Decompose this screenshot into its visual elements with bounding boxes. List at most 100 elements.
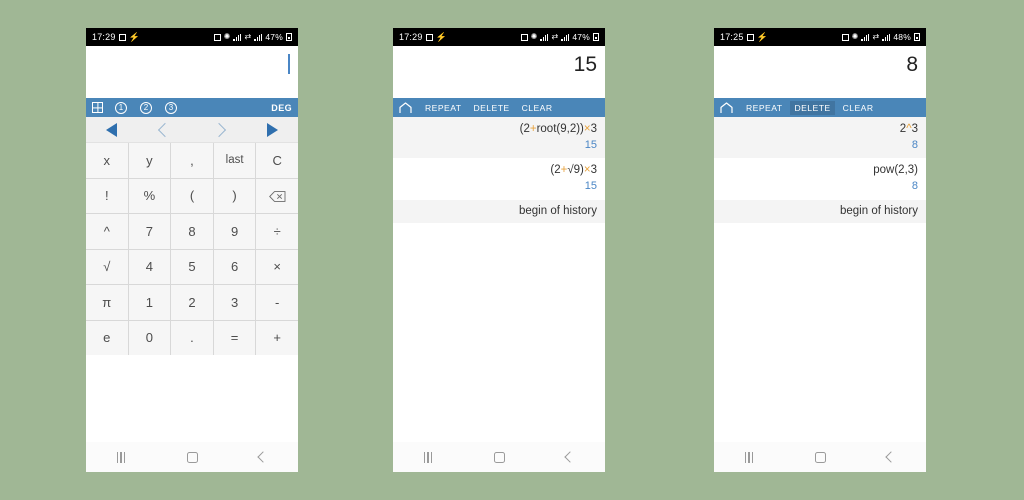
status-bar: 17:25 ⚡ ✺ ⇄ 48%	[714, 28, 926, 46]
home-icon[interactable]	[720, 101, 733, 114]
history-expression: (2+√9)×3	[550, 164, 597, 177]
prev-arrow-filled-icon[interactable]	[106, 122, 118, 137]
back-icon[interactable]	[885, 451, 897, 463]
calculator-toolbar: 1 2 3 DEG	[86, 98, 298, 117]
expression-display[interactable]	[86, 46, 298, 98]
recents-icon[interactable]	[744, 451, 754, 463]
clear-button[interactable]: CLEAR	[518, 101, 557, 115]
recents-icon[interactable]	[423, 451, 433, 463]
history-toolbar: REPEAT DELETE CLEAR	[393, 98, 605, 117]
history-begin-row: begin of history	[714, 199, 926, 223]
android-nav-bar	[393, 442, 605, 472]
history-row[interactable]: (2+√9)×3 15	[393, 158, 605, 199]
prev-arrow-outline-icon[interactable]	[157, 122, 172, 137]
phone-history-screen-root: 17:29 ⚡ ✺ ⇄ 47% 15 REPEAT DELETE CLEAR (…	[393, 28, 605, 472]
key-5[interactable]: 5	[171, 249, 213, 284]
key-y[interactable]: y	[128, 143, 171, 178]
next-arrow-filled-icon[interactable]	[266, 122, 278, 137]
status-time: 17:29	[92, 32, 116, 42]
sim-icon	[841, 33, 849, 41]
key-pi[interactable]: π	[86, 285, 128, 320]
history-expression: pow(2,3)	[873, 164, 918, 177]
lightning-icon: ⚡	[756, 31, 768, 42]
battery-percent: 47%	[572, 32, 590, 42]
display-value: 15	[573, 53, 597, 76]
history-row[interactable]: pow(2,3) 8	[714, 158, 926, 199]
status-bar-right: ✺ ⇄ 47%	[213, 32, 292, 42]
battery-percent: 48%	[893, 32, 911, 42]
key-percent[interactable]: %	[128, 178, 171, 213]
key-e[interactable]: e	[86, 320, 128, 355]
history-list[interactable]: 2^3 8 pow(2,3) 8 begin of history	[714, 117, 926, 442]
lightning-icon: ⚡	[128, 31, 140, 42]
repeat-button[interactable]: REPEAT	[421, 101, 465, 115]
status-bar-left: 17:25 ⚡	[720, 32, 768, 42]
delete-button[interactable]: DELETE	[469, 101, 513, 115]
status-bar-right: ✺ ⇄ 48%	[841, 32, 920, 42]
key-multiply[interactable]: ×	[256, 249, 298, 284]
key-4[interactable]: 4	[128, 249, 171, 284]
key-sqrt[interactable]: √	[86, 249, 128, 284]
key-plus[interactable]: +	[256, 320, 298, 355]
expression-display[interactable]: 15	[393, 46, 605, 98]
status-bar-left: 17:29 ⚡	[92, 32, 140, 42]
back-icon[interactable]	[564, 451, 576, 463]
back-icon[interactable]	[257, 451, 269, 463]
key-factorial[interactable]: !	[86, 178, 128, 213]
keypad-filler	[86, 355, 298, 442]
memory-slot-1[interactable]: 1	[115, 101, 127, 114]
history-row[interactable]: (2+root(9,2))×3 15	[393, 117, 605, 159]
key-7[interactable]: 7	[128, 214, 171, 249]
angle-mode-toggle[interactable]: DEG	[271, 103, 292, 113]
next-arrow-outline-icon[interactable]	[212, 122, 227, 137]
clear-button[interactable]: CLEAR	[839, 101, 878, 115]
key-divide[interactable]: ÷	[256, 214, 298, 249]
memory-slot-3[interactable]: 3	[165, 101, 177, 114]
android-nav-bar	[714, 442, 926, 472]
key-comma[interactable]: ,	[171, 143, 213, 178]
repeat-button[interactable]: REPEAT	[742, 101, 786, 115]
key-equals[interactable]: =	[213, 320, 256, 355]
expression-display[interactable]: 8	[714, 46, 926, 98]
key-power[interactable]: ^	[86, 214, 128, 249]
key-1[interactable]: 1	[128, 285, 171, 320]
history-list[interactable]: (2+root(9,2))×3 15 (2+√9)×3 15 begin of …	[393, 117, 605, 442]
bluetooth-icon: ✺	[851, 32, 859, 41]
history-row[interactable]: 2^3 8	[714, 117, 926, 159]
key-paren-close[interactable]: )	[213, 178, 256, 213]
grid-icon[interactable]	[92, 102, 103, 113]
history-result: 15	[584, 138, 597, 151]
delete-button[interactable]: DELETE	[790, 100, 835, 115]
key-x[interactable]: x	[86, 143, 128, 178]
signal-icon-1	[233, 33, 242, 41]
key-0[interactable]: 0	[128, 320, 171, 355]
memory-slot-2[interactable]: 2	[140, 101, 152, 114]
home-icon[interactable]	[399, 101, 412, 114]
key-2[interactable]: 2	[171, 285, 213, 320]
history-expression: (2+root(9,2))×3	[519, 123, 597, 135]
key-paren-open[interactable]: (	[171, 178, 213, 213]
key-clear[interactable]: C	[256, 143, 298, 178]
key-9[interactable]: 9	[213, 214, 256, 249]
network-type-icon: ⇄	[872, 32, 880, 41]
key-6[interactable]: 6	[213, 249, 256, 284]
home-nav-icon[interactable]	[493, 451, 505, 463]
key-minus[interactable]: -	[256, 285, 298, 320]
phone-keypad-screen: 17:29 ⚡ ✺ ⇄ 47% 1 2 3 DEG x y , last C !…	[86, 28, 298, 472]
android-nav-bar	[86, 442, 298, 472]
signal-icon-2	[561, 33, 570, 41]
screenshot-icon	[118, 33, 126, 41]
key-last[interactable]: last	[213, 143, 256, 178]
recents-icon[interactable]	[116, 451, 126, 463]
home-nav-icon[interactable]	[186, 451, 198, 463]
key-decimal[interactable]: .	[171, 320, 213, 355]
battery-icon	[593, 33, 599, 41]
key-8[interactable]: 8	[171, 214, 213, 249]
key-3[interactable]: 3	[213, 285, 256, 320]
phone-history-screen-pow: 17:25 ⚡ ✺ ⇄ 48% 8 REPEAT DELETE CLEAR 2^…	[714, 28, 926, 472]
battery-icon	[286, 33, 292, 41]
status-bar-left: 17:29 ⚡	[399, 32, 447, 42]
home-nav-icon[interactable]	[814, 451, 826, 463]
status-bar: 17:29 ⚡ ✺ ⇄ 47%	[86, 28, 298, 46]
key-backspace[interactable]	[256, 178, 298, 213]
